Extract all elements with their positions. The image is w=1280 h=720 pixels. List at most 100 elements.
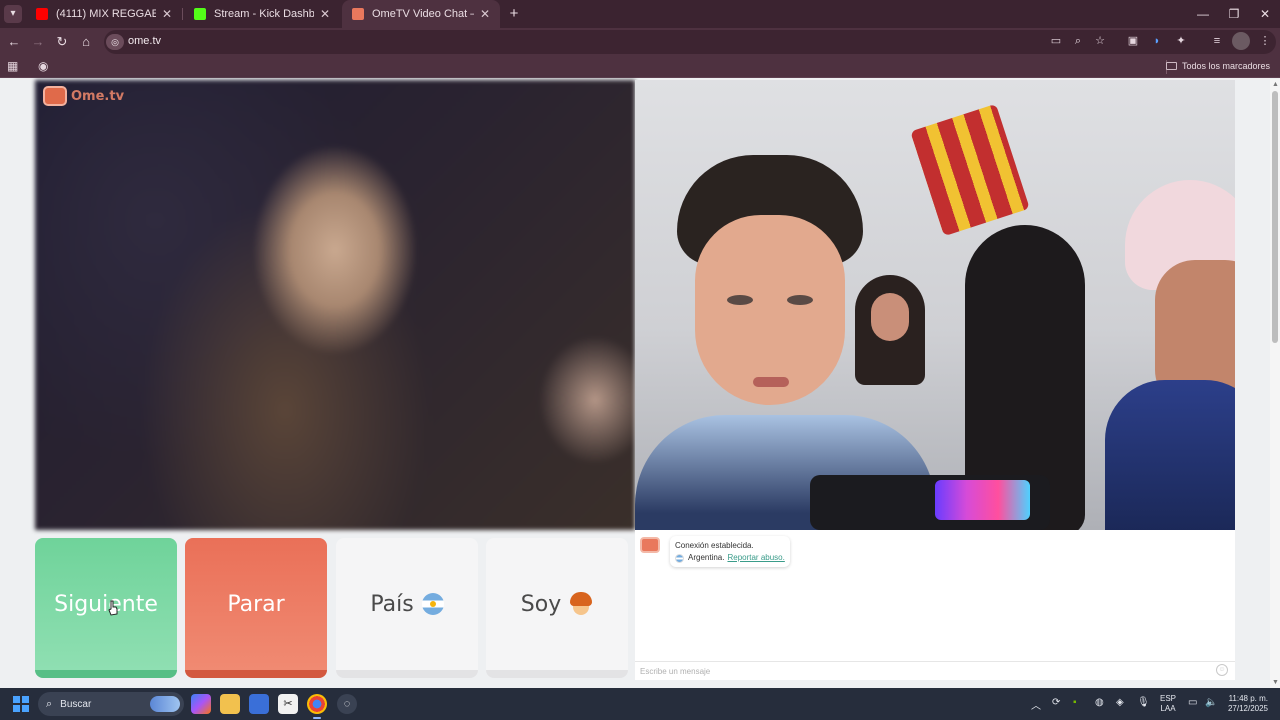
- close-icon[interactable]: ✕: [480, 7, 490, 21]
- tab-title: (4111) MIX REGGAETON 2025 |: [56, 8, 156, 20]
- gender-label: Soy: [520, 591, 562, 617]
- tab-search-icon[interactable]: ▾: [4, 5, 22, 23]
- zoom-icon[interactable]: ⌕: [1069, 32, 1087, 50]
- copilot-icon[interactable]: [191, 694, 211, 714]
- home-icon[interactable]: ⌂: [76, 32, 96, 52]
- person-main: [635, 155, 935, 530]
- next-button[interactable]: Siguiente: [35, 538, 177, 678]
- folder-icon: [1165, 62, 1177, 70]
- page-scrollbar[interactable]: ▲ ▼: [1270, 79, 1280, 688]
- country-button[interactable]: País: [336, 538, 478, 678]
- wall-flag: [910, 103, 1030, 237]
- new-tab-button[interactable]: +: [505, 5, 523, 23]
- chrome-icon[interactable]: [307, 694, 327, 719]
- tab-divider: [182, 8, 183, 20]
- layout-code: LAA: [1160, 704, 1176, 713]
- extension-icon[interactable]: ▣: [1124, 32, 1142, 50]
- all-bookmarks-label: Todos los marcadores: [1181, 61, 1270, 71]
- tab-title: OmeTV Video Chat — Ome: [372, 8, 474, 20]
- self-video: [635, 80, 1235, 530]
- youtube-icon: [36, 8, 48, 20]
- ometv-watermark: Ome.tv: [43, 86, 124, 106]
- sync-icon[interactable]: ⟳: [1052, 697, 1060, 708]
- url-text[interactable]: ome.tv: [128, 35, 161, 47]
- boy-avatar-icon: [569, 592, 593, 616]
- discord-icon[interactable]: ◍: [1095, 697, 1104, 708]
- close-window-button[interactable]: ✕: [1248, 0, 1280, 28]
- ometv-chat-logo-icon: [640, 537, 660, 553]
- forward-icon[interactable]: →: [28, 32, 48, 52]
- message-input[interactable]: [640, 664, 1200, 679]
- ometv-icon: [352, 8, 364, 20]
- scroll-up-icon[interactable]: ▲: [1272, 81, 1279, 88]
- volume-icon[interactable]: 🔈: [1205, 697, 1217, 708]
- windows-taskbar: ⌕ Buscar ✂ ◌ ︿ ⟳ ▪ ◍ ◈ 🎙 ESP LAA ▭ 🔈 11:…: [0, 688, 1280, 720]
- scroll-down-icon[interactable]: ▼: [1272, 679, 1279, 686]
- globe-icon[interactable]: ◉: [38, 59, 48, 73]
- capcut-icon[interactable]: ✂: [278, 694, 298, 714]
- person-right: [1105, 180, 1235, 530]
- windows-start-icon[interactable]: [13, 696, 29, 712]
- reload-icon[interactable]: ↻: [52, 32, 72, 52]
- message-input-bar: [635, 661, 1235, 680]
- microphone: [810, 475, 1050, 530]
- clock-time: 11:48 p. m.: [1228, 694, 1268, 703]
- tab-ometv[interactable]: OmeTV Video Chat — Ome ✕: [342, 0, 500, 28]
- tab-strip: ▾ (4111) MIX REGGAETON 2025 | ✕ Stream -…: [0, 0, 1280, 28]
- translate-extension-icon[interactable]: ◗: [1148, 32, 1166, 50]
- watermark-text: Ome.tv: [71, 88, 125, 104]
- language-indicator[interactable]: ESP LAA: [1160, 694, 1176, 714]
- apps-grid-icon[interactable]: ▦: [7, 59, 18, 73]
- partner-country: Argentina.: [688, 553, 725, 562]
- microphone-icon[interactable]: 🎙: [1137, 697, 1150, 708]
- nvidia-icon[interactable]: ▪: [1073, 697, 1077, 708]
- close-icon[interactable]: ✕: [320, 7, 330, 21]
- search-label: Buscar: [60, 698, 92, 710]
- close-icon[interactable]: ✕: [162, 7, 172, 21]
- tab-kick[interactable]: Stream - Kick Dashboard ✕: [184, 0, 340, 28]
- stranger-video: [35, 80, 635, 530]
- clock-date: 27/12/2025: [1227, 704, 1268, 713]
- bookmarks-bar: ▦ ◉ Todos los marcadores: [0, 56, 1280, 78]
- store-icon[interactable]: [249, 694, 269, 714]
- file-explorer-icon[interactable]: [220, 694, 240, 714]
- all-bookmarks-button[interactable]: Todos los marcadores: [1165, 61, 1270, 71]
- tab-title: Stream - Kick Dashboard: [214, 8, 314, 20]
- argentina-flag-icon: [421, 593, 444, 615]
- wifi-app-icon[interactable]: ◈: [1116, 697, 1124, 708]
- gender-button[interactable]: Soy: [486, 538, 628, 678]
- minimize-button[interactable]: —: [1186, 0, 1220, 28]
- restore-button[interactable]: ❐: [1217, 0, 1251, 28]
- clock[interactable]: 11:48 p. m. 27/12/2025: [1224, 694, 1268, 714]
- media-icon[interactable]: ≡: [1208, 32, 1226, 50]
- system-message: Conexión establecida. Argentina. Reporta…: [670, 536, 790, 567]
- ometv-logo-icon: [43, 86, 67, 106]
- connection-status: Conexión establecida.: [675, 541, 754, 550]
- profile-avatar[interactable]: [1232, 32, 1250, 50]
- cast-icon[interactable]: ▭: [1047, 32, 1065, 50]
- report-abuse-link[interactable]: Reportar abuso.: [727, 552, 784, 564]
- scrollbar-thumb[interactable]: [1272, 91, 1278, 343]
- emoji-icon[interactable]: ☺: [1216, 664, 1228, 676]
- taskbar-search[interactable]: ⌕ Buscar: [38, 692, 184, 716]
- country-label: País: [370, 591, 414, 617]
- stop-label: Parar: [227, 591, 285, 617]
- extensions-puzzle-icon[interactable]: ✦: [1172, 32, 1190, 50]
- monitor-icon[interactable]: ▭: [1188, 697, 1197, 708]
- next-label: Siguiente: [54, 591, 158, 617]
- star-icon[interactable]: ☆: [1091, 32, 1109, 50]
- browser-toolbar: ← → ↻ ⌂: [0, 28, 1280, 56]
- argentina-flag-icon: [675, 553, 684, 563]
- site-info-icon[interactable]: ◎: [106, 34, 124, 50]
- stop-button[interactable]: Parar: [185, 538, 327, 678]
- search-highlight-image: [150, 696, 180, 712]
- lang-code: ESP: [1160, 694, 1177, 703]
- tray-expand-icon[interactable]: ︿: [1031, 697, 1041, 712]
- menu-icon[interactable]: ⋮: [1256, 32, 1274, 50]
- search-icon: ⌕: [46, 697, 53, 710]
- obs-icon[interactable]: ◌: [337, 694, 357, 714]
- back-icon[interactable]: ←: [4, 32, 24, 52]
- hand-cursor-icon: [108, 600, 118, 616]
- tab-youtube[interactable]: (4111) MIX REGGAETON 2025 | ✕: [26, 0, 182, 28]
- kick-icon: [194, 8, 206, 20]
